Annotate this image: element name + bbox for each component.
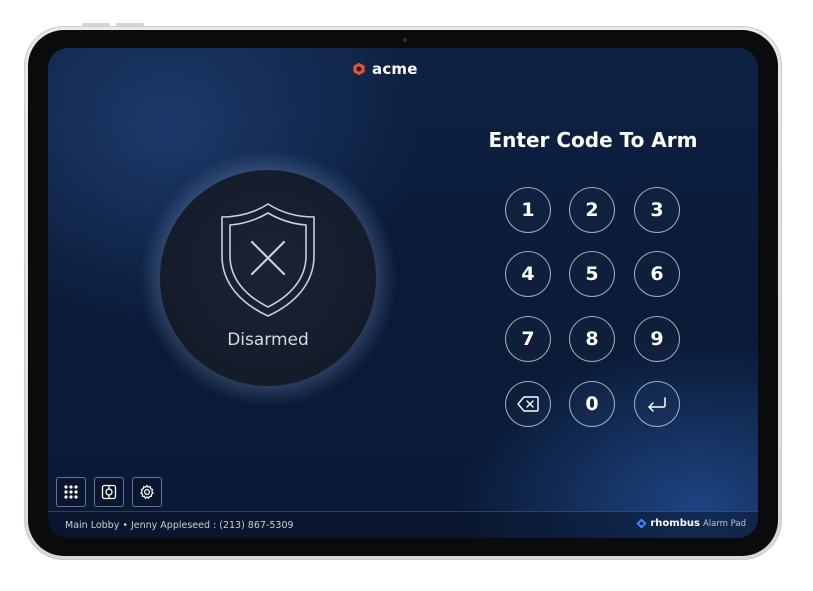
camera-view-button[interactable] [94, 477, 124, 507]
camera-view-icon [101, 484, 117, 500]
product-branding: rhombus Alarm Pad [636, 518, 746, 529]
status-footer: Main Lobby • Jenny Appleseed : (213) 867… [48, 511, 758, 538]
brand-name: acme [372, 60, 418, 78]
keypad-title: Enter Code To Arm [488, 128, 698, 152]
keypad-view-button[interactable] [56, 477, 86, 507]
product-name: rhombus [650, 518, 700, 529]
gear-icon [140, 484, 154, 499]
key-6[interactable]: 6 [634, 251, 680, 297]
enter-button[interactable] [634, 381, 680, 427]
alarm-pad-screen: acme Disarmed Enter Code To Arm 1 2 3 4 … [48, 48, 758, 538]
key-9[interactable]: 9 [634, 316, 680, 362]
key-8[interactable]: 8 [569, 316, 615, 362]
front-camera [403, 38, 407, 42]
backspace-button[interactable] [505, 381, 551, 427]
shield-x-icon [221, 203, 315, 317]
settings-button[interactable] [132, 477, 162, 507]
key-4[interactable]: 4 [505, 251, 551, 297]
key-7[interactable]: 7 [505, 316, 551, 362]
rhombus-logo-icon [636, 518, 647, 529]
enter-icon [648, 397, 666, 412]
backspace-icon [517, 396, 539, 412]
product-subtitle: Alarm Pad [702, 518, 746, 529]
volume-button [82, 23, 110, 26]
acme-logo-icon [353, 62, 365, 76]
volume-button [116, 23, 144, 26]
status-label: Disarmed [227, 330, 309, 350]
brand-header: acme [352, 58, 418, 80]
key-5[interactable]: 5 [569, 251, 615, 297]
key-3[interactable]: 3 [634, 187, 680, 233]
key-1[interactable]: 1 [505, 187, 551, 233]
key-2[interactable]: 2 [569, 187, 615, 233]
status-indicator: Disarmed [160, 170, 376, 386]
key-0[interactable]: 0 [569, 381, 615, 427]
location-info: Main Lobby • Jenny Appleseed : (213) 867… [65, 520, 294, 531]
keypad-grid-icon [64, 485, 78, 499]
